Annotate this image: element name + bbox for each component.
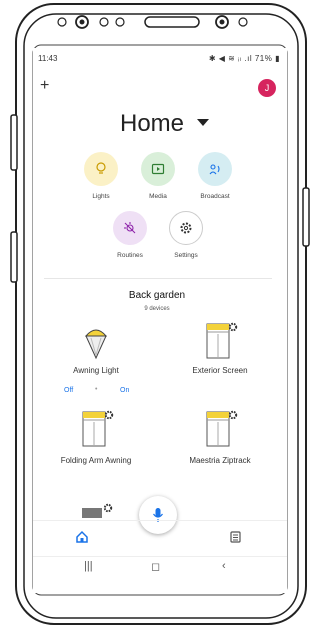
chip-media[interactable] (141, 152, 175, 186)
page-title[interactable]: Home (120, 110, 184, 138)
gear-icon (180, 222, 192, 234)
avatar[interactable]: J (258, 79, 276, 97)
device-label: Awning Light (73, 366, 119, 375)
toggle-separator: • (95, 386, 98, 393)
ziptrack-icon (206, 410, 238, 447)
back-icon[interactable]: ‹ (222, 560, 226, 572)
device-tile-folding-arm-awning[interactable]: Folding Arm Awning (36, 406, 156, 466)
device-tile-exterior-screen[interactable]: Exterior Screen (160, 318, 280, 378)
chip-label-broadcast: Broadcast (200, 193, 230, 200)
home-tab-icon[interactable] (75, 530, 89, 544)
on-button[interactable]: On (120, 387, 129, 394)
routines-icon (124, 222, 136, 234)
device-tile-maestria-ziptrack[interactable]: Maestria Ziptrack (160, 406, 280, 466)
lamp-icon (84, 329, 108, 360)
chip-label-routines: Routines (117, 252, 143, 259)
chip-label-media: Media (149, 193, 167, 200)
device-label: Exterior Screen (192, 366, 248, 375)
chevron-down-icon[interactable] (197, 119, 209, 126)
room-device-count: 9 devices (144, 306, 170, 312)
awning-icon (82, 410, 114, 447)
bottom-tab-bar (33, 520, 287, 557)
divider (44, 278, 272, 279)
chip-label-settings: Settings (174, 252, 198, 259)
feed-tab-icon[interactable] (228, 530, 242, 544)
chip-label-lights: Lights (92, 193, 110, 200)
lightbulb-icon (96, 162, 106, 174)
broadcast-icon (209, 164, 220, 175)
device-label: Maestria Ziptrack (189, 456, 251, 465)
off-button[interactable]: Off (64, 387, 73, 394)
chip-broadcast[interactable] (198, 152, 232, 186)
chip-routines[interactable] (113, 211, 147, 245)
chip-settings[interactable] (169, 211, 203, 245)
status-time: 11:43 (38, 54, 58, 63)
screen-icon (206, 322, 238, 359)
status-bar: 11:43 ✱ ◀ ≋ ᵢₗ .ıl 71% ▮ (36, 52, 282, 66)
chip-lights[interactable] (84, 152, 118, 186)
recents-icon[interactable]: ||| (84, 560, 93, 572)
room-title: Back garden (128, 290, 186, 301)
status-icons: ✱ ◀ ≋ ᵢₗ .ıl 71% ▮ (208, 54, 280, 63)
play-icon (151, 163, 165, 175)
device-icon-partial (82, 503, 113, 518)
device-label: Folding Arm Awning (60, 456, 132, 465)
home-nav-icon[interactable]: ◻ (151, 560, 160, 573)
add-icon[interactable]: + (40, 78, 49, 94)
